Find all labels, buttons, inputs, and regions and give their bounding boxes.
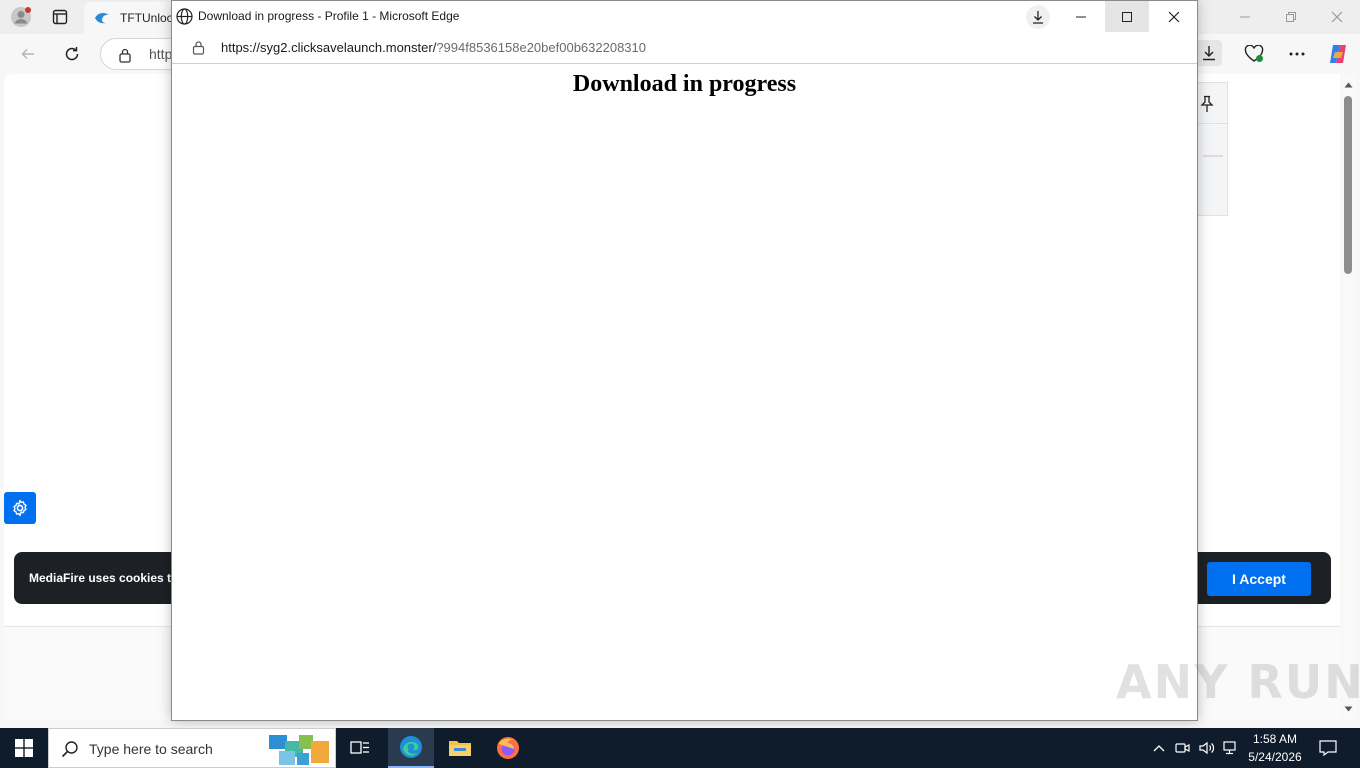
search-highlight-puzzle-icon [269,735,329,765]
tab-label: TFTUnlock [120,11,179,25]
popup-url-query: ?994f8536158e20bef00b632208310 [436,40,646,55]
bg-restore-button[interactable] [1274,2,1308,32]
close-icon [1168,11,1180,22]
lock-icon [192,41,205,55]
popup-address-bar[interactable]: https://syg2.clicksavelaunch.monster/?99… [172,32,1197,64]
page-heading: Download in progress [572,71,797,97]
clock-date: 5/24/2026 [1248,750,1302,764]
windows-taskbar: Type here to search 1:58 AM 5/24/2026 [0,728,1360,768]
show-hidden-icons-button[interactable] [1150,728,1168,768]
side-panel-divider [1203,155,1223,157]
page-scrollbar[interactable] [1341,74,1356,720]
copilot-button[interactable] [1324,40,1352,68]
popup-download-indicator[interactable] [1026,5,1050,29]
copilot-icon [1330,45,1346,63]
more-dots-icon [1289,52,1305,56]
start-button[interactable] [0,728,48,768]
bg-address-text: http [149,46,173,62]
popup-maximize-button[interactable] [1105,1,1149,32]
tab-tftunlock[interactable]: TFTUnlock [84,2,184,34]
minimize-icon [1076,16,1086,17]
taskbar-search-box[interactable]: Type here to search [48,728,336,768]
task-view-button[interactable] [342,728,378,768]
popup-url[interactable]: https://syg2.clicksavelaunch.monster/?99… [221,32,646,64]
lock-icon [119,48,131,63]
tab-actions-button[interactable] [48,6,72,28]
side-panel-divider [1197,123,1228,124]
tray-network-button[interactable] [1220,728,1242,768]
search-placeholder: Type here to search [89,741,213,757]
notification-icon [1319,740,1337,756]
firefox-icon [497,737,519,759]
anyrun-watermark: ANY RUN [1116,655,1360,709]
side-panel [1196,82,1228,216]
download-icon [1033,11,1043,24]
globe-icon [176,8,193,25]
scroll-up-arrow-icon[interactable] [1344,82,1353,88]
cookie-settings-button[interactable] [4,492,36,524]
speaker-icon [1199,741,1215,755]
popup-minimize-button[interactable] [1059,1,1103,32]
maximize-icon [1122,11,1132,22]
tray-meet-now-button[interactable] [1172,728,1194,768]
heart-pulse-icon [1244,45,1264,62]
chevron-up-icon [1153,745,1165,752]
camera-icon [1175,743,1190,753]
popup-close-button[interactable] [1151,1,1197,32]
popup-title-bar: Download in progress - Profile 1 - Micro… [172,1,1197,32]
close-icon [1331,11,1343,23]
bg-close-button[interactable] [1320,2,1354,32]
download-popup-window: Download in progress - Profile 1 - Micro… [171,0,1198,721]
notification-center-button[interactable] [1310,728,1346,768]
network-icon [1223,741,1236,755]
scroll-thumb[interactable] [1344,96,1352,274]
popup-url-host: https://syg2.clicksavelaunch.monster/ [221,40,437,55]
accept-cookies-button[interactable]: I Accept [1207,562,1311,596]
taskbar-firefox-button[interactable] [488,728,528,768]
restore-icon [1286,12,1296,22]
tab-actions-icon [52,9,68,25]
cookie-banner-text: MediaFire uses cookies t [29,571,172,585]
refresh-button[interactable] [58,40,86,68]
bg-minimize-button[interactable] [1228,2,1262,32]
profile-icon [11,7,31,27]
back-arrow-icon [21,48,34,60]
edge-icon [400,736,422,758]
settings-more-button[interactable] [1283,40,1311,68]
pin-icon[interactable] [1199,95,1215,113]
taskbar-file-explorer-button[interactable] [440,728,480,768]
tab-favicon-icon [95,13,109,24]
gear-icon [13,499,27,517]
clock-time: 1:58 AM [1252,732,1298,746]
download-icon [1203,46,1215,61]
taskbar-clock[interactable]: 1:58 AM 5/24/2026 [1242,730,1308,766]
tray-volume-button[interactable] [1196,728,1218,768]
search-icon [61,741,78,758]
refresh-icon [65,47,79,61]
downloads-button[interactable] [1196,40,1222,66]
folder-icon [449,741,471,756]
browser-essentials-button[interactable] [1240,40,1268,68]
profile-avatar[interactable] [8,5,34,29]
taskbar-edge-button[interactable] [388,728,434,768]
back-button[interactable] [14,40,42,68]
task-view-icon [350,741,369,754]
windows-logo-icon [15,739,33,757]
popup-window-title: Download in progress - Profile 1 - Micro… [198,9,460,23]
minimize-icon [1240,16,1250,18]
